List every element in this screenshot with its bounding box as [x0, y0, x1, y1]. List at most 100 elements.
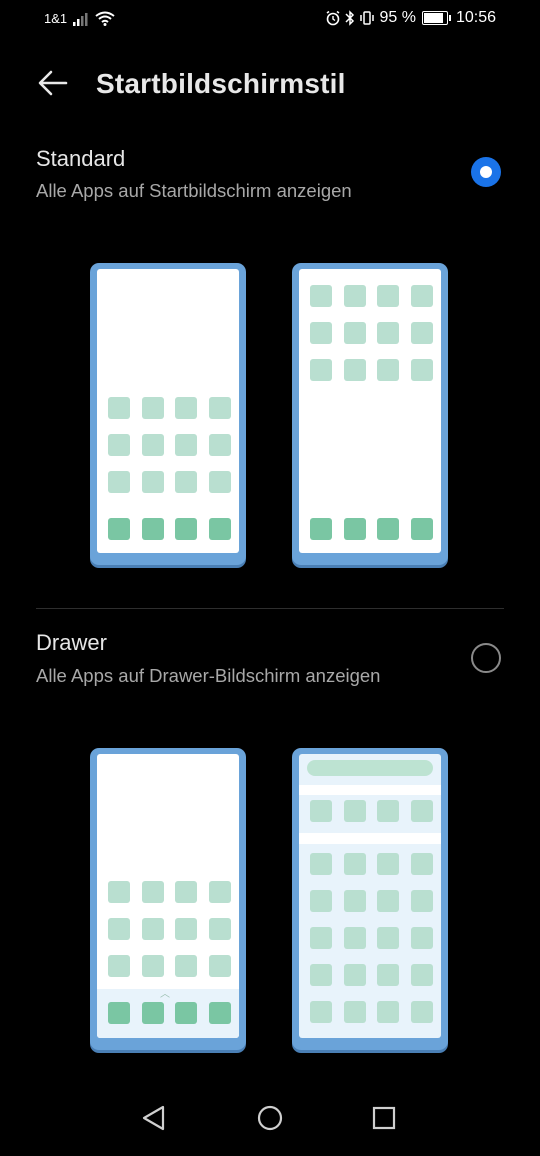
app-icon	[141, 955, 164, 977]
app-icon	[175, 881, 197, 903]
radio-drawer[interactable]	[471, 643, 501, 673]
app-icon	[141, 918, 164, 940]
alarm-icon	[327, 10, 340, 26]
app-icon	[310, 800, 332, 822]
dock-icon	[141, 1002, 164, 1024]
app-icon	[377, 964, 399, 986]
option-standard-title: Standard	[36, 146, 126, 171]
app-icon	[377, 322, 399, 344]
arrow-left-icon[interactable]	[36, 66, 70, 100]
app-icon	[108, 881, 130, 903]
app-bar: Startbildschirmstil	[0, 56, 540, 112]
vibrate-icon	[360, 11, 375, 25]
signal-icon	[73, 12, 88, 26]
app-icon	[410, 927, 433, 949]
app-icon	[377, 1001, 399, 1023]
carrier-label: 1&1	[44, 11, 68, 26]
phone-screen	[299, 269, 441, 553]
standard-preview-left	[90, 263, 246, 565]
dock-icon	[175, 518, 197, 540]
dock-icon	[208, 518, 231, 540]
dock-icon	[208, 1002, 231, 1024]
app-icon	[208, 918, 231, 940]
app-icon	[343, 927, 366, 949]
app-icon	[108, 434, 130, 456]
dock	[310, 518, 433, 540]
wifi-icon	[95, 11, 115, 26]
option-drawer-subtitle: Alle Apps auf Drawer-Bildschirm anzeigen	[36, 665, 381, 686]
search-bar	[307, 760, 433, 776]
divider	[36, 608, 504, 609]
app-icon	[310, 964, 332, 986]
app-icon	[108, 955, 130, 977]
app-icon	[175, 955, 197, 977]
app-icon	[175, 434, 197, 456]
app-icon	[310, 359, 332, 381]
app-icon	[343, 800, 366, 822]
clock: 10:56	[455, 9, 496, 26]
drawer-preview-right	[292, 748, 448, 1050]
option-drawer-title: Drawer	[36, 630, 107, 655]
app-icon	[410, 890, 433, 912]
circle-home-icon[interactable]	[252, 1100, 288, 1136]
option-standard-subtitle: Alle Apps auf Startbildschirm anzeigen	[36, 180, 352, 201]
phone-screen	[299, 754, 441, 1038]
battery-percent: 95 %	[379, 9, 416, 26]
section-separator	[299, 833, 441, 844]
status-left: 1&1	[44, 11, 115, 26]
app-icon	[343, 285, 366, 307]
recent-apps-row	[310, 800, 433, 822]
dock-icon	[141, 518, 164, 540]
app-icon	[310, 285, 332, 307]
app-icon	[108, 397, 130, 419]
app-icon	[343, 890, 366, 912]
app-icon	[377, 927, 399, 949]
app-icon	[377, 890, 399, 912]
app-drawer-grid	[310, 853, 433, 1023]
app-icon	[377, 853, 399, 875]
status-right: 95 % 10:56	[325, 9, 496, 27]
app-icon	[310, 322, 332, 344]
app-icon	[343, 359, 366, 381]
battery-icon	[421, 11, 451, 25]
app-icon	[310, 1001, 332, 1023]
app-icon	[377, 359, 399, 381]
dock	[108, 518, 231, 540]
dock-icon	[410, 518, 433, 540]
app-icon	[175, 471, 197, 493]
square-recent-icon[interactable]	[366, 1100, 402, 1136]
app-icon	[108, 918, 130, 940]
dock-icon	[175, 1002, 197, 1024]
page-title: Startbildschirmstil	[96, 68, 346, 99]
app-icon	[208, 397, 231, 419]
triangle-back-icon[interactable]	[136, 1100, 172, 1136]
chevron-up-icon: ︿	[160, 989, 170, 1000]
dock-icon	[108, 1002, 130, 1024]
app-icon	[343, 853, 366, 875]
app-icon	[377, 800, 399, 822]
dock-icon	[310, 518, 332, 540]
app-grid	[108, 881, 231, 977]
app-icon	[410, 800, 433, 822]
option-drawer[interactable]: Drawer Alle Apps auf Drawer-Bildschirm a…	[0, 624, 540, 1064]
app-icon	[208, 434, 231, 456]
app-icon	[410, 853, 433, 875]
app-icon	[175, 918, 197, 940]
dock-icon	[108, 518, 130, 540]
app-icon	[343, 322, 366, 344]
app-icon	[410, 359, 433, 381]
app-icon	[208, 955, 231, 977]
app-icon	[208, 881, 231, 903]
phone-screen	[97, 269, 239, 553]
navigation-bar	[0, 1090, 540, 1156]
option-standard[interactable]: Standard Alle Apps auf Startbildschirm a…	[0, 140, 540, 580]
app-icon	[141, 471, 164, 493]
standard-preview-right	[292, 263, 448, 565]
app-icon	[410, 285, 433, 307]
radio-standard[interactable]	[471, 157, 501, 187]
app-icon	[310, 927, 332, 949]
app-grid	[108, 397, 231, 493]
app-icon	[410, 1001, 433, 1023]
app-icon	[141, 397, 164, 419]
bluetooth-icon	[345, 10, 355, 26]
